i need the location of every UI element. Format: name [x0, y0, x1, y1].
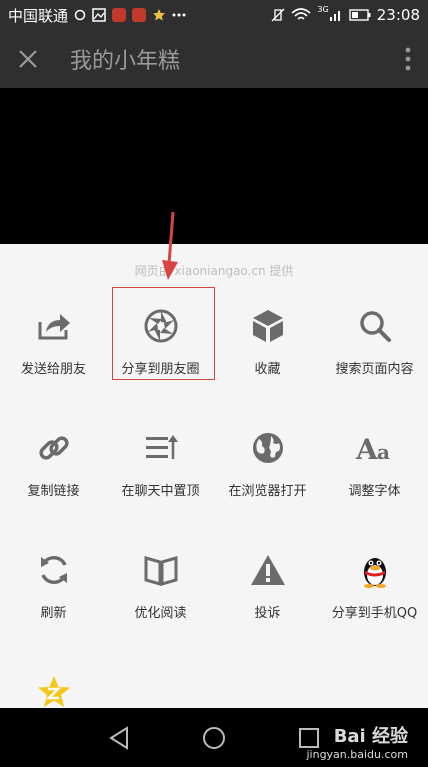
watermark: Bai 经验 jingyan.baidu.com: [306, 722, 408, 761]
share-item-label: 优化阅读: [134, 606, 187, 621]
gallery-icon: [92, 8, 106, 22]
share-item-reader-mode[interactable]: 优化阅读: [107, 530, 214, 652]
share-item-moments[interactable]: 分享到朋友圈: [107, 286, 214, 408]
share-item-font-size[interactable]: Aa 调整字体: [321, 408, 428, 530]
clock-label: 23:08: [376, 6, 420, 24]
share-item-label: 调整字体: [348, 484, 401, 499]
watermark-brand: Bai 经验: [333, 726, 408, 747]
share-item-open-browser[interactable]: 在浏览器打开: [214, 408, 321, 530]
network-type-label: 3G: [317, 4, 329, 14]
pointer-arrow-icon: [162, 212, 178, 280]
app-notification-icon: [112, 8, 127, 22]
navigation-bar: Bai 经验 jingyan.baidu.com: [0, 708, 428, 767]
status-bar: 中国联通 3G 23:08: [0, 0, 428, 30]
share-item-label: 发送给朋友: [20, 362, 86, 377]
vibrate-off-icon: [271, 8, 285, 22]
battery-icon: [349, 9, 371, 21]
share-item-label: 收藏: [254, 362, 281, 377]
more-notifications-icon: [172, 12, 186, 18]
share-item-label: 在聊天中置顶: [121, 484, 200, 499]
wifi-icon: [291, 8, 311, 22]
share-item-report[interactable]: 投诉: [214, 530, 321, 652]
share-item-qq[interactable]: 分享到手机QQ: [321, 530, 428, 652]
svg-text:A: A: [355, 433, 379, 463]
link-icon: [34, 428, 74, 468]
more-vertical-icon: [405, 47, 411, 71]
provider-text: 网页由 xiaoniangao.cn 提供: [134, 264, 294, 278]
close-button[interactable]: [0, 30, 56, 88]
back-triangle-icon: [109, 725, 128, 750]
refresh-icon: [34, 550, 74, 590]
share-item-search-page[interactable]: 搜索页面内容: [321, 286, 428, 408]
share-item-label: 搜索页面内容: [335, 362, 414, 377]
moments-aperture-icon: [141, 306, 181, 346]
warning-icon: [248, 550, 288, 590]
home-button[interactable]: [167, 708, 262, 767]
share-item-label: 分享到朋友圈: [121, 362, 200, 377]
share-item-favorite[interactable]: 收藏: [214, 286, 321, 408]
share-grid: 发送给朋友 分享到朋友圈 收藏 搜索页面内容 复制链接 在聊天中置顶 在浏览器打…: [0, 286, 428, 767]
globe-icon: [248, 428, 288, 468]
svg-text:a: a: [377, 440, 390, 463]
signal-icon: 3G: [317, 4, 342, 22]
app-notification-icon: [132, 8, 147, 22]
page-title: 我的小年糕: [70, 49, 181, 74]
share-item-label: 在浏览器打开: [228, 484, 307, 499]
share-item-label: 刷新: [40, 606, 67, 621]
share-item-label: 复制链接: [27, 484, 80, 499]
search-icon: [355, 306, 395, 346]
close-icon: [19, 50, 37, 68]
carrier-label: 中国联通: [8, 6, 69, 25]
back-button[interactable]: [72, 708, 167, 767]
title-bar: 我的小年糕: [0, 30, 428, 88]
share-item-pin-chat[interactable]: 在聊天中置顶: [107, 408, 214, 530]
pin-top-icon: [141, 428, 181, 468]
more-menu-button[interactable]: [388, 30, 428, 88]
share-sheet: 网页由 xiaoniangao.cn 提供 发送给朋友 分享到朋友圈 收藏 搜索…: [0, 244, 428, 708]
qq-penguin-icon: [355, 550, 395, 590]
home-circle-icon: [203, 726, 225, 749]
share-item-refresh[interactable]: 刷新: [0, 530, 107, 652]
share-item-label: 投诉: [254, 606, 281, 621]
share-item-label: 分享到手机QQ: [331, 606, 418, 621]
font-size-icon: Aa: [355, 428, 395, 468]
star-icon: [152, 8, 166, 22]
watermark-site: jingyan.baidu.com: [306, 748, 408, 761]
favorite-cube-icon: [248, 306, 288, 346]
web-content-area[interactable]: [0, 88, 428, 244]
qzone-star-icon: [34, 672, 74, 712]
share-item-copy-link[interactable]: 复制链接: [0, 408, 107, 530]
share-item-send-to-friend[interactable]: 发送给朋友: [0, 286, 107, 408]
chat-bubble-icon: [74, 9, 86, 21]
book-icon: [141, 550, 181, 590]
share-forward-icon: [34, 306, 74, 346]
